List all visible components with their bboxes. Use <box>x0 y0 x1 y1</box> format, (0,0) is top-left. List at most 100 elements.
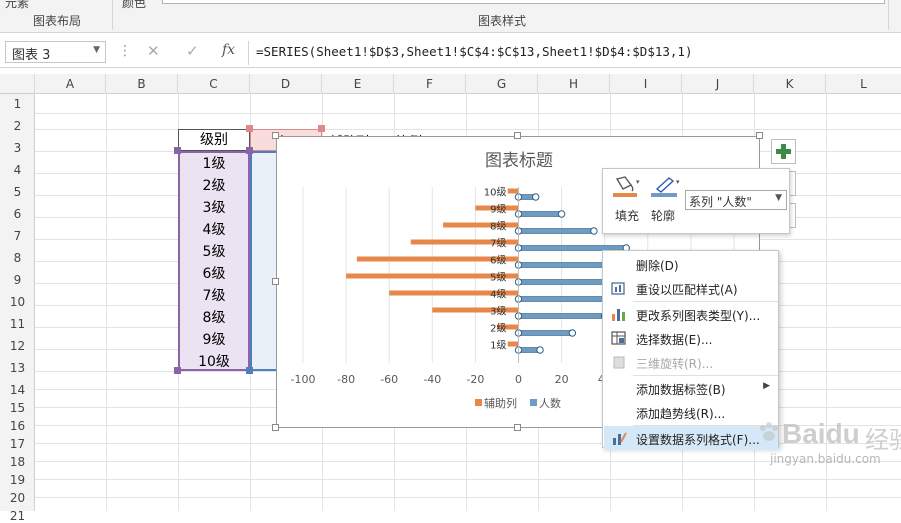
menu-item-select-data[interactable]: 选择数据(E)... <box>604 326 778 350</box>
chart-title[interactable]: 图表标题 <box>485 151 553 170</box>
x-tick-label: 0 <box>515 373 522 386</box>
menu-item-label: 更改系列图表类型(Y)... <box>636 309 761 323</box>
row-header[interactable]: 8 <box>0 251 35 265</box>
menu-item-reset-style[interactable]: 重设以匹配样式(A) <box>604 276 778 300</box>
x-tick-label: -40 <box>423 373 441 386</box>
category-label: 7级 <box>490 238 506 250</box>
column-header-h[interactable]: H <box>538 74 610 94</box>
chevron-down-icon[interactable]: ▼ <box>775 193 782 203</box>
cancel-icon[interactable]: ✕ <box>147 42 160 60</box>
row-header[interactable]: 6 <box>0 207 35 221</box>
category-label: 2级 <box>490 323 506 335</box>
row-header[interactable]: 14 <box>0 383 35 397</box>
outline-button[interactable]: ▾ <box>649 175 683 197</box>
x-tick-label: -100 <box>291 373 316 386</box>
paw-icon <box>760 422 778 441</box>
row-header[interactable]: 3 <box>0 141 35 155</box>
enter-icon[interactable]: ✓ <box>186 42 199 60</box>
row-header[interactable]: 19 <box>0 473 35 487</box>
column-header-k[interactable]: K <box>754 74 826 94</box>
fill-label[interactable]: 填充 <box>615 207 639 224</box>
cell-level[interactable]: 6级 <box>178 263 250 283</box>
insert-function-icon[interactable]: fx <box>222 42 235 58</box>
plus-icon <box>776 144 791 159</box>
row-header[interactable]: 21 <box>0 509 35 523</box>
menu-item-label: 选择数据(E)... <box>636 333 713 347</box>
3d-rotate-icon <box>613 356 625 369</box>
row-header[interactable]: 10 <box>0 295 35 309</box>
chevron-down-icon[interactable]: ▼ <box>93 45 100 55</box>
row-header[interactable]: 9 <box>0 273 35 287</box>
category-label: 6级 <box>490 255 506 267</box>
row-header[interactable]: 11 <box>0 317 35 331</box>
column-header-d[interactable]: D <box>250 74 322 94</box>
column-header-j[interactable]: J <box>682 74 754 94</box>
column-header-b[interactable]: B <box>106 74 178 94</box>
row-header[interactable]: 20 <box>0 491 35 505</box>
category-label: 1级 <box>490 340 506 352</box>
pencil-icon: ▾ <box>651 177 680 197</box>
column-header-f[interactable]: F <box>394 74 466 94</box>
cell-level[interactable]: 1级 <box>178 153 250 173</box>
column-header-l[interactable]: L <box>826 74 901 94</box>
row-header[interactable]: 12 <box>0 339 35 353</box>
menu-item-add-data-labels[interactable]: 添加数据标签(B) ▶ <box>604 376 778 400</box>
menu-item-format-data-series[interactable]: 设置数据系列格式(F)... <box>604 426 778 450</box>
row-header[interactable]: 17 <box>0 437 35 451</box>
x-tick-label: -60 <box>380 373 398 386</box>
cell-level[interactable]: 2级 <box>178 175 250 195</box>
menu-item-change-chart-type[interactable]: 更改系列图表类型(Y)... <box>604 302 778 326</box>
column-header-e[interactable]: E <box>322 74 394 94</box>
ribbon-fragment-mid[interactable]: 颜色 <box>122 0 146 11</box>
format-series-icon <box>613 432 627 445</box>
outline-label[interactable]: 轮廓 <box>651 207 675 224</box>
row-header[interactable]: 18 <box>0 455 35 469</box>
column-header-i[interactable]: I <box>610 74 682 94</box>
fill-button[interactable]: ▾ <box>611 175 643 197</box>
ribbon-divider <box>112 0 113 30</box>
menu-item-add-trendline[interactable]: 添加趋势线(R)... <box>604 400 778 424</box>
series-select-value: 系列 "人数" <box>689 195 752 209</box>
selection-point <box>590 227 598 235</box>
column-header-c[interactable]: C <box>178 74 250 94</box>
cell-level[interactable]: 9级 <box>178 329 250 349</box>
group-label-chart-styles: 图表样式 <box>478 14 527 28</box>
cell-level[interactable]: 5级 <box>178 241 250 261</box>
row-header[interactable]: 7 <box>0 229 35 243</box>
cell-level[interactable]: 3级 <box>178 197 250 217</box>
name-box[interactable]: 图表 3 ▼ <box>5 41 106 63</box>
bar-count <box>518 228 595 234</box>
series-select[interactable]: 系列 "人数" ▼ <box>685 190 787 210</box>
row-header[interactable]: 15 <box>0 401 35 415</box>
bar-count <box>518 313 605 319</box>
menu-item-delete[interactable]: 删除(D) <box>604 252 778 276</box>
cell-level[interactable]: 8级 <box>178 307 250 327</box>
column-header-a[interactable]: A <box>35 74 106 94</box>
fill-bucket-icon: ▾ <box>613 176 640 197</box>
menu-item-label: 设置数据系列格式(F)... <box>636 433 760 447</box>
legend-swatch <box>530 399 537 406</box>
cell-level[interactable]: 7级 <box>178 285 250 305</box>
row-header[interactable]: 16 <box>0 419 35 433</box>
selection-point <box>536 346 544 354</box>
menu-item-3d-rotation[interactable]: 三维旋转(R)... <box>604 350 778 374</box>
watermark-brand: Baidu <box>782 418 860 449</box>
x-tick-label: -80 <box>337 373 355 386</box>
select-all-corner[interactable] <box>0 74 35 94</box>
value-range-d4-d13[interactable] <box>250 151 276 371</box>
cell-c3[interactable]: 级别 <box>178 129 250 151</box>
cell-level[interactable]: 10级 <box>178 351 250 371</box>
chart-styles-gallery[interactable] <box>162 0 885 4</box>
chart-elements-button[interactable] <box>771 139 796 164</box>
ribbon-fragment-left[interactable]: 元素 <box>5 0 29 11</box>
row-header[interactable]: 1 <box>0 97 35 111</box>
formula-input[interactable]: =SERIES(Sheet1!$D$3,Sheet1!$C$4:$C$13,Sh… <box>256 44 693 59</box>
row-header[interactable]: 13 <box>0 361 35 375</box>
cell-level[interactable]: 4级 <box>178 219 250 239</box>
row-header[interactable]: 4 <box>0 163 35 177</box>
menu-item-label: 三维旋转(R)... <box>636 357 714 371</box>
row-header[interactable]: 5 <box>0 185 35 199</box>
row-header[interactable]: 2 <box>0 119 35 133</box>
column-header-g[interactable]: G <box>466 74 538 94</box>
context-menu: 删除(D) 重设以匹配样式(A) 更改系列图表类型(Y)... 选择数据(E).… <box>602 250 779 450</box>
